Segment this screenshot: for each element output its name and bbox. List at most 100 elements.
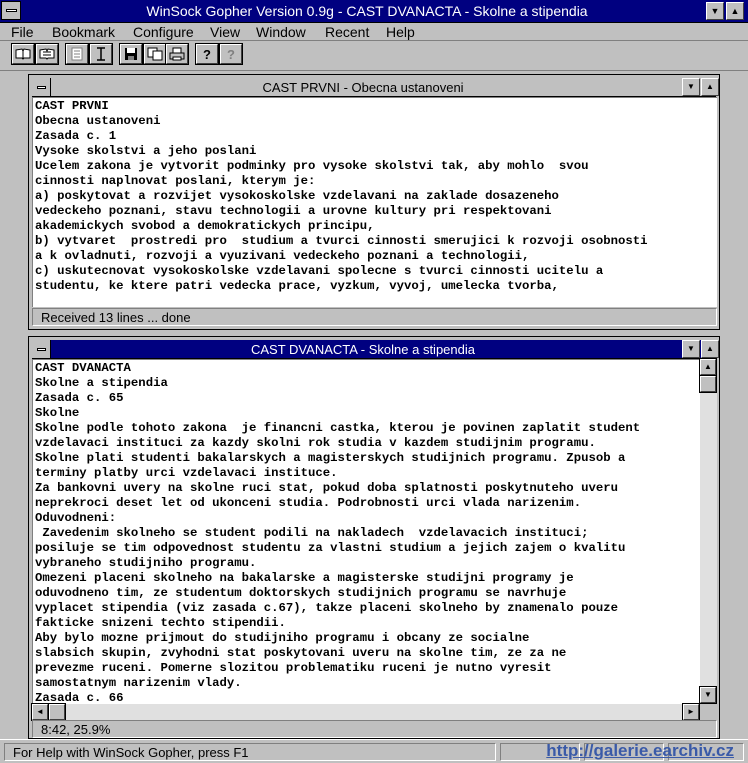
- open-book-icon: [15, 48, 31, 60]
- print-button[interactable]: [165, 43, 189, 65]
- text-line: Skolne: [35, 406, 80, 420]
- text-line: Za bankovni uvery na skolne ruci stat, p…: [35, 481, 618, 495]
- scroll-down-button[interactable]: ▼: [699, 686, 717, 704]
- window1-text[interactable]: CAST PRVNI Obecna ustanoveni Zasada c. 1 Vy…: [32, 97, 717, 307]
- text-line: Skolne podle tohoto zakona je financni c…: [35, 421, 641, 435]
- system-menu-icon: [36, 347, 46, 351]
- watermark-link[interactable]: http://galerie.earchiv.cz: [546, 741, 734, 761]
- help-status-text: For Help with WinSock Gopher, press F1: [4, 743, 496, 761]
- bookmark-book-icon: [39, 48, 55, 60]
- text-line: c) uskutecnovat vysokoskolske vzdelavani…: [35, 264, 604, 278]
- window2-text[interactable]: CAST DVANACTA Skolne a stipendia Zasada c.…: [32, 359, 700, 704]
- menu-bar: File Bookmark Configure View Window Rece…: [0, 23, 748, 41]
- app-title: WinSock Gopher Version 0.9g - CAST DVANA…: [146, 3, 588, 19]
- system-menu-icon: [36, 85, 46, 89]
- window2-text-content: CAST DVANACTA Skolne a stipendia Zasada c.…: [33, 360, 700, 704]
- horizontal-scrollbar[interactable]: ◄ ►: [31, 703, 700, 721]
- help-icon: ?: [203, 46, 211, 62]
- print-icon: [169, 47, 185, 61]
- text-line: slabsich skupin, zvyhodni stat poskytova…: [35, 646, 567, 660]
- app-status-bar: For Help with WinSock Gopher, press F1 h…: [0, 739, 748, 763]
- window2-title: CAST DVANACTA - Skolne a stipendia: [251, 342, 475, 357]
- text-line: oduvodneno tim, ze studentum doktorskych…: [35, 586, 567, 600]
- copy-button[interactable]: [143, 43, 167, 65]
- text-line: vyplacet stipendia (viz zasada c.67), ta…: [35, 601, 618, 615]
- window1-system-menu[interactable]: [32, 78, 51, 96]
- window1-maximize-button[interactable]: ▲: [701, 78, 719, 96]
- window1-minimize-button[interactable]: ▼: [682, 78, 700, 96]
- window2-maximize-button[interactable]: ▲: [701, 340, 719, 358]
- system-menu-icon: [5, 9, 17, 12]
- text-line: Vysoke skolstvi a jeho poslani: [35, 144, 257, 158]
- text-button[interactable]: [89, 43, 113, 65]
- text-line: Omezeni placeni skolneho na bakalarske a…: [35, 571, 574, 585]
- vertical-scrollbar[interactable]: ▲ ▼: [699, 358, 717, 704]
- minimize-icon: ▼: [710, 6, 720, 16]
- maximize-icon: ▲: [706, 82, 714, 91]
- menu-file[interactable]: File: [11, 23, 34, 41]
- minimize-button[interactable]: ▼: [706, 2, 724, 20]
- menu-view[interactable]: View: [210, 23, 240, 41]
- window1-status: Received 13 lines ... done: [32, 308, 717, 326]
- text-line: Oduvodneni:: [35, 511, 117, 525]
- menu-help[interactable]: Help: [386, 23, 415, 41]
- scroll-left-button[interactable]: ◄: [31, 703, 49, 721]
- window2-system-menu[interactable]: [32, 340, 51, 358]
- text-line: b) vytvaret prostredi pro studium a tvur…: [35, 234, 648, 248]
- window1-title: CAST PRVNI - Obecna ustanoveni: [262, 80, 464, 95]
- text-line: vedeckeho poznani, stavu technologii a u…: [35, 204, 552, 218]
- arrow-left-icon: ◄: [36, 707, 44, 716]
- text-line: a k ovladnuti, rozvoji a vyuzivani vedec…: [35, 249, 530, 263]
- text-cursor-icon: [97, 47, 105, 61]
- open-gopher-button[interactable]: [11, 43, 35, 65]
- text-line: Zasada c. 66: [35, 691, 124, 704]
- document-window-dvanacta[interactable]: CAST DVANACTA - Skolne a stipendia ▼ ▲ C…: [28, 336, 720, 739]
- window1-title-bar[interactable]: CAST PRVNI - Obecna ustanoveni ▼ ▲: [32, 78, 719, 97]
- page-button[interactable]: [65, 43, 89, 65]
- text-line: Obecna ustanoveni: [35, 114, 161, 128]
- copy-icon: [147, 47, 163, 61]
- save-button[interactable]: [119, 43, 143, 65]
- text-line: cinnosti naplnovat poslani, kterym je:: [35, 174, 316, 188]
- restore-icon: ▲: [730, 6, 740, 16]
- text-line: CAST DVANACTA: [35, 361, 131, 375]
- arrow-right-icon: ►: [687, 707, 695, 716]
- menu-recent[interactable]: Recent: [325, 23, 369, 41]
- page-icon: [71, 47, 83, 61]
- maximize-icon: ▲: [706, 344, 714, 353]
- window2-title-bar[interactable]: CAST DVANACTA - Skolne a stipendia ▼ ▲: [32, 340, 719, 359]
- help-button[interactable]: ?: [195, 43, 219, 65]
- document-window-prvni[interactable]: CAST PRVNI - Obecna ustanoveni ▼ ▲ CAST …: [28, 74, 720, 330]
- text-line: Zavedenim skolneho se student podili na …: [35, 526, 589, 540]
- text-line: a) poskytovat a rozvijet vysokoskolske v…: [35, 189, 559, 203]
- system-menu-button[interactable]: [1, 1, 21, 20]
- menu-window[interactable]: Window: [256, 23, 306, 41]
- window2-minimize-button[interactable]: ▼: [682, 340, 700, 358]
- menu-bookmark[interactable]: Bookmark: [52, 23, 115, 41]
- window1-text-content: CAST PRVNI Obecna ustanoveni Zasada c. 1 Vy…: [33, 98, 717, 295]
- text-line: posiluje se tim odpovednost studentu za …: [35, 541, 626, 555]
- text-line: Ucelem zakona je vytvorit podminky pro v…: [35, 159, 589, 173]
- minimize-icon: ▼: [687, 344, 695, 353]
- scroll-right-button[interactable]: ►: [682, 703, 700, 721]
- text-line: vybraneho studijniho programu.: [35, 556, 257, 570]
- menu-configure[interactable]: Configure: [133, 23, 194, 41]
- bookmarks-button[interactable]: [35, 43, 59, 65]
- horizontal-scroll-thumb[interactable]: [48, 703, 66, 721]
- vertical-scroll-thumb[interactable]: [699, 375, 717, 393]
- text-line: CAST PRVNI: [35, 99, 109, 113]
- text-line: Zasada c. 1: [35, 129, 117, 143]
- text-line: akademickych svobod a demokratickych pri…: [35, 219, 375, 233]
- maximize-button[interactable]: ▲: [726, 2, 744, 20]
- save-icon: [125, 48, 137, 60]
- context-help-button[interactable]: ?: [219, 43, 243, 65]
- app-title-bar[interactable]: WinSock Gopher Version 0.9g - CAST DVANA…: [0, 0, 748, 23]
- text-line: studentu, ke ktere patri vedecka prace, …: [35, 279, 559, 293]
- text-line: neprekroci deset let od ukonceni studia.…: [35, 496, 582, 510]
- scroll-up-button[interactable]: ▲: [699, 358, 717, 376]
- text-line: Aby bylo mozne prijmout do studijniho pr…: [35, 631, 530, 645]
- context-help-icon: ?: [227, 46, 235, 62]
- arrow-down-icon: ▼: [704, 690, 712, 699]
- toolbar: ? ?: [0, 41, 748, 69]
- text-line: fakticke snizeni techto stipendii.: [35, 616, 286, 630]
